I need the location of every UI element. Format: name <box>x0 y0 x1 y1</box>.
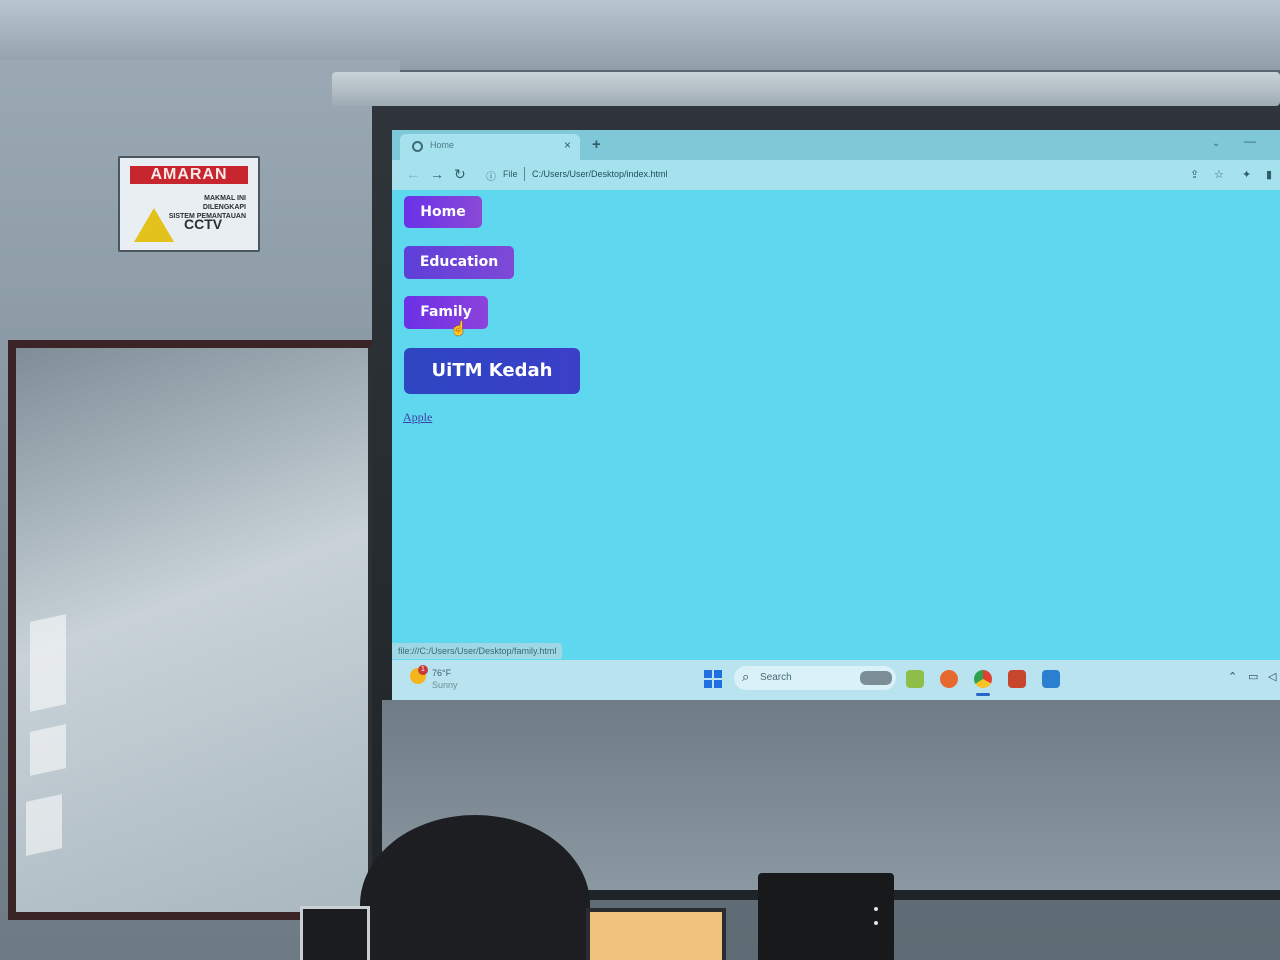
whiteboard-glare <box>30 724 66 776</box>
close-icon[interactable]: × <box>564 138 571 152</box>
bookmark-star-icon[interactable]: ☆ <box>1214 168 1224 181</box>
taskbar-search[interactable]: ⌕ Search <box>734 666 896 690</box>
uitm-kedah-button[interactable]: UiTM Kedah <box>404 348 580 394</box>
home-button[interactable]: Home <box>404 196 482 228</box>
projected-desktop: Home × + ⌄ — ← → ↻ ⓘ File C:/Users/User/… <box>392 130 1280 700</box>
reload-button[interactable]: ↻ <box>454 166 466 183</box>
notepad-icon[interactable] <box>1042 670 1060 688</box>
search-placeholder: Search <box>760 672 792 683</box>
family-button[interactable]: Family <box>404 296 488 329</box>
hand-cursor-icon: ☝ <box>450 320 468 336</box>
forward-button[interactable]: → <box>430 166 444 182</box>
active-app-indicator <box>976 693 990 696</box>
tab-home[interactable]: Home × <box>400 134 580 160</box>
side-panel-icon[interactable]: ▮ <box>1266 168 1272 181</box>
sign-text-line1: MAKMAL INI DILENGKAPI <box>202 195 246 211</box>
url-separator <box>524 167 525 181</box>
web-page: Home Education Family ☝ UiTM Kedah Apple <box>392 190 1280 650</box>
browser-tabbar: Home × + ⌄ — <box>392 130 1280 160</box>
weather-badge: 1 <box>418 665 428 675</box>
pc-led <box>874 907 878 911</box>
taskbar: 1 76°F Sunny ⌕ Search ⌃ ▭ ◁ <box>392 660 1280 700</box>
globe-icon <box>412 141 423 152</box>
extensions-icon[interactable]: ✦ <box>1242 168 1251 181</box>
browser-addressbar: ← → ↻ ⓘ File C:/Users/User/Desktop/index… <box>392 160 1280 190</box>
whiteboard-glare <box>30 614 66 712</box>
whiteboard <box>8 340 376 920</box>
weather-desc[interactable]: Sunny <box>432 680 458 690</box>
url-scheme-label: File <box>503 169 518 179</box>
firefox-icon[interactable] <box>940 670 958 688</box>
chevron-up-icon[interactable]: ⌃ <box>1228 670 1237 683</box>
apple-link[interactable]: Apple <box>403 410 432 425</box>
volume-icon[interactable]: ◁ <box>1268 670 1276 683</box>
windows-start-icon[interactable] <box>704 670 722 688</box>
back-button[interactable]: ← <box>406 166 420 182</box>
projector-screen-housing <box>332 72 1280 106</box>
cctv-warning-sign: AMARAN MAKMAL INI DILENGKAPI SISTEM PEMA… <box>118 156 260 252</box>
whiteboard-glare <box>26 794 62 856</box>
desktop-pc-case <box>758 873 894 960</box>
powerpoint-icon[interactable] <box>1008 670 1026 688</box>
pc-led <box>874 921 878 925</box>
sign-cctv-label: CCTV <box>184 216 223 232</box>
tab-title: Home <box>430 140 455 150</box>
sign-title: AMARAN <box>130 166 248 184</box>
chrome-icon[interactable] <box>974 670 992 688</box>
laptop-right <box>586 908 726 960</box>
share-icon[interactable]: ⇪ <box>1190 168 1199 181</box>
education-button[interactable]: Education <box>404 246 514 279</box>
new-tab-button[interactable]: + <box>592 136 601 153</box>
search-icon: ⌕ <box>742 669 750 684</box>
address-input[interactable]: C:/Users/User/Desktop/index.html <box>532 169 668 179</box>
file-explorer-icon[interactable] <box>906 670 924 688</box>
laptop-left <box>300 906 370 960</box>
search-highlight-image <box>860 671 892 685</box>
chevron-down-icon[interactable]: ⌄ <box>1212 138 1220 149</box>
weather-temp[interactable]: 76°F <box>432 668 451 678</box>
status-url: file:///C:/Users/User/Desktop/family.htm… <box>392 643 563 659</box>
info-icon[interactable]: ⓘ <box>486 168 496 183</box>
network-icon[interactable]: ▭ <box>1248 670 1258 683</box>
minimize-button[interactable]: — <box>1244 134 1256 148</box>
